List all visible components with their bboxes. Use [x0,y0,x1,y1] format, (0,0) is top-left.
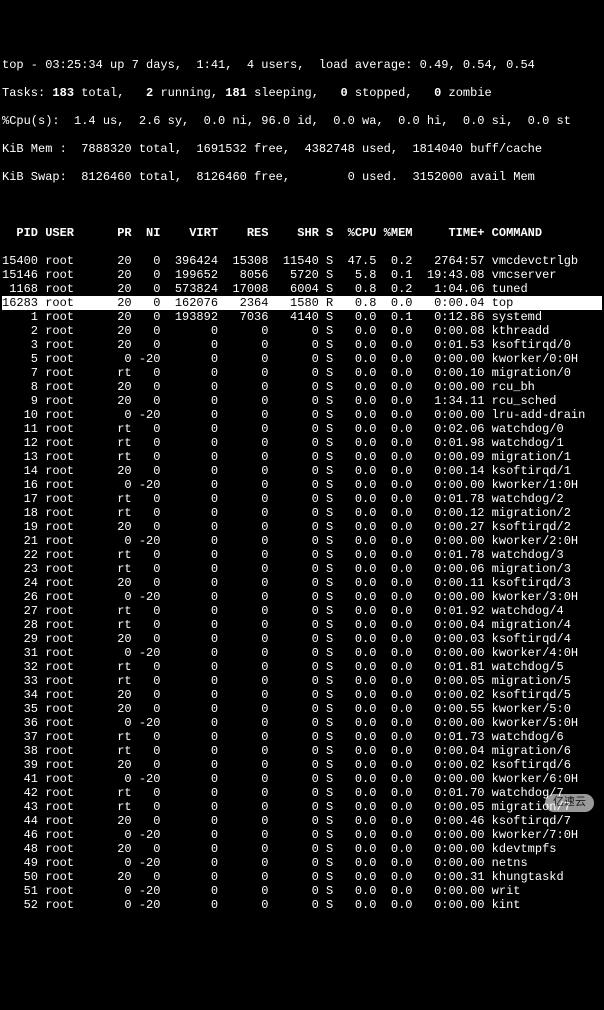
process-row[interactable]: 16283 root 20 0 162076 2364 1580 R 0.8 0… [2,296,602,310]
process-row[interactable]: 42 root rt 0 0 0 0 S 0.0 0.0 0:01.70 wat… [2,786,602,800]
process-row[interactable]: 13 root rt 0 0 0 0 S 0.0 0.0 0:00.09 mig… [2,450,602,464]
process-row[interactable]: 27 root rt 0 0 0 0 S 0.0 0.0 0:01.92 wat… [2,604,602,618]
process-row[interactable]: 22 root rt 0 0 0 0 S 0.0 0.0 0:01.78 wat… [2,548,602,562]
process-row[interactable]: 51 root 0 -20 0 0 0 S 0.0 0.0 0:00.00 wr… [2,884,602,898]
process-row[interactable]: 38 root rt 0 0 0 0 S 0.0 0.0 0:00.04 mig… [2,744,602,758]
watermark-logo: 亿速云 [545,794,594,812]
process-row[interactable]: 36 root 0 -20 0 0 0 S 0.0 0.0 0:00.00 kw… [2,716,602,730]
process-row[interactable]: 15146 root 20 0 199652 8056 5720 S 5.8 0… [2,268,602,282]
process-row[interactable]: 44 root 20 0 0 0 0 S 0.0 0.0 0:00.46 kso… [2,814,602,828]
process-row[interactable]: 9 root 20 0 0 0 0 S 0.0 0.0 1:34.11 rcu_… [2,394,602,408]
process-row[interactable]: 24 root 20 0 0 0 0 S 0.0 0.0 0:00.11 kso… [2,576,602,590]
process-row[interactable]: 48 root 20 0 0 0 0 S 0.0 0.0 0:00.00 kde… [2,842,602,856]
process-row[interactable]: 34 root 20 0 0 0 0 S 0.0 0.0 0:00.02 kso… [2,688,602,702]
process-row[interactable]: 50 root 20 0 0 0 0 S 0.0 0.0 0:00.31 khu… [2,870,602,884]
process-row[interactable]: 21 root 0 -20 0 0 0 S 0.0 0.0 0:00.00 kw… [2,534,602,548]
process-row[interactable]: 37 root rt 0 0 0 0 S 0.0 0.0 0:01.73 wat… [2,730,602,744]
process-row[interactable]: 14 root 20 0 0 0 0 S 0.0 0.0 0:00.14 kso… [2,464,602,478]
process-row[interactable]: 19 root 20 0 0 0 0 S 0.0 0.0 0:00.27 kso… [2,520,602,534]
process-row[interactable]: 26 root 0 -20 0 0 0 S 0.0 0.0 0:00.00 kw… [2,590,602,604]
process-row[interactable]: 33 root rt 0 0 0 0 S 0.0 0.0 0:00.05 mig… [2,674,602,688]
process-row[interactable]: 1 root 20 0 193892 7036 4140 S 0.0 0.1 0… [2,310,602,324]
top-summary-uptime: top - 03:25:34 up 7 days, 1:41, 4 users,… [2,58,602,72]
column-header[interactable]: PID USER PR NI VIRT RES SHR S %CPU %MEM … [2,226,602,240]
process-row[interactable]: 2 root 20 0 0 0 0 S 0.0 0.0 0:00.08 kthr… [2,324,602,338]
process-row[interactable]: 17 root rt 0 0 0 0 S 0.0 0.0 0:01.78 wat… [2,492,602,506]
process-row[interactable]: 8 root 20 0 0 0 0 S 0.0 0.0 0:00.00 rcu_… [2,380,602,394]
process-row[interactable]: 12 root rt 0 0 0 0 S 0.0 0.0 0:01.98 wat… [2,436,602,450]
process-row[interactable]: 29 root 20 0 0 0 0 S 0.0 0.0 0:00.03 kso… [2,632,602,646]
process-row[interactable]: 28 root rt 0 0 0 0 S 0.0 0.0 0:00.04 mig… [2,618,602,632]
process-row[interactable]: 35 root 20 0 0 0 0 S 0.0 0.0 0:00.55 kwo… [2,702,602,716]
process-row[interactable]: 31 root 0 -20 0 0 0 S 0.0 0.0 0:00.00 kw… [2,646,602,660]
process-row[interactable]: 1168 root 20 0 573824 17008 6004 S 0.8 0… [2,282,602,296]
process-row[interactable]: 52 root 0 -20 0 0 0 S 0.0 0.0 0:00.00 ki… [2,898,602,912]
process-row[interactable]: 49 root 0 -20 0 0 0 S 0.0 0.0 0:00.00 ne… [2,856,602,870]
process-row[interactable]: 3 root 20 0 0 0 0 S 0.0 0.0 0:01.53 ksof… [2,338,602,352]
process-row[interactable]: 32 root rt 0 0 0 0 S 0.0 0.0 0:01.81 wat… [2,660,602,674]
top-summary-swap: KiB Swap: 8126460 total, 8126460 free, 0… [2,170,602,184]
process-row[interactable]: 5 root 0 -20 0 0 0 S 0.0 0.0 0:00.00 kwo… [2,352,602,366]
top-summary-tasks: Tasks: 183 total, 2 running, 181 sleepin… [2,86,602,100]
top-summary-cpu: %Cpu(s): 1.4 us, 2.6 sy, 0.0 ni, 96.0 id… [2,114,602,128]
process-row[interactable]: 16 root 0 -20 0 0 0 S 0.0 0.0 0:00.00 kw… [2,478,602,492]
process-row[interactable]: 11 root rt 0 0 0 0 S 0.0 0.0 0:02.06 wat… [2,422,602,436]
top-summary-mem: KiB Mem : 7888320 total, 1691532 free, 4… [2,142,602,156]
process-row[interactable]: 7 root rt 0 0 0 0 S 0.0 0.0 0:00.10 migr… [2,366,602,380]
process-row[interactable]: 46 root 0 -20 0 0 0 S 0.0 0.0 0:00.00 kw… [2,828,602,842]
process-row[interactable]: 18 root rt 0 0 0 0 S 0.0 0.0 0:00.12 mig… [2,506,602,520]
process-row[interactable]: 41 root 0 -20 0 0 0 S 0.0 0.0 0:00.00 kw… [2,772,602,786]
process-row[interactable]: 15400 root 20 0 396424 15308 11540 S 47.… [2,254,602,268]
process-row[interactable]: 23 root rt 0 0 0 0 S 0.0 0.0 0:00.06 mig… [2,562,602,576]
process-row[interactable]: 10 root 0 -20 0 0 0 S 0.0 0.0 0:00.00 lr… [2,408,602,422]
process-row[interactable]: 43 root rt 0 0 0 0 S 0.0 0.0 0:00.05 mig… [2,800,602,814]
process-list[interactable]: 15400 root 20 0 396424 15308 11540 S 47.… [2,254,602,912]
process-row[interactable]: 39 root 20 0 0 0 0 S 0.0 0.0 0:00.02 kso… [2,758,602,772]
blank-line [2,198,602,212]
